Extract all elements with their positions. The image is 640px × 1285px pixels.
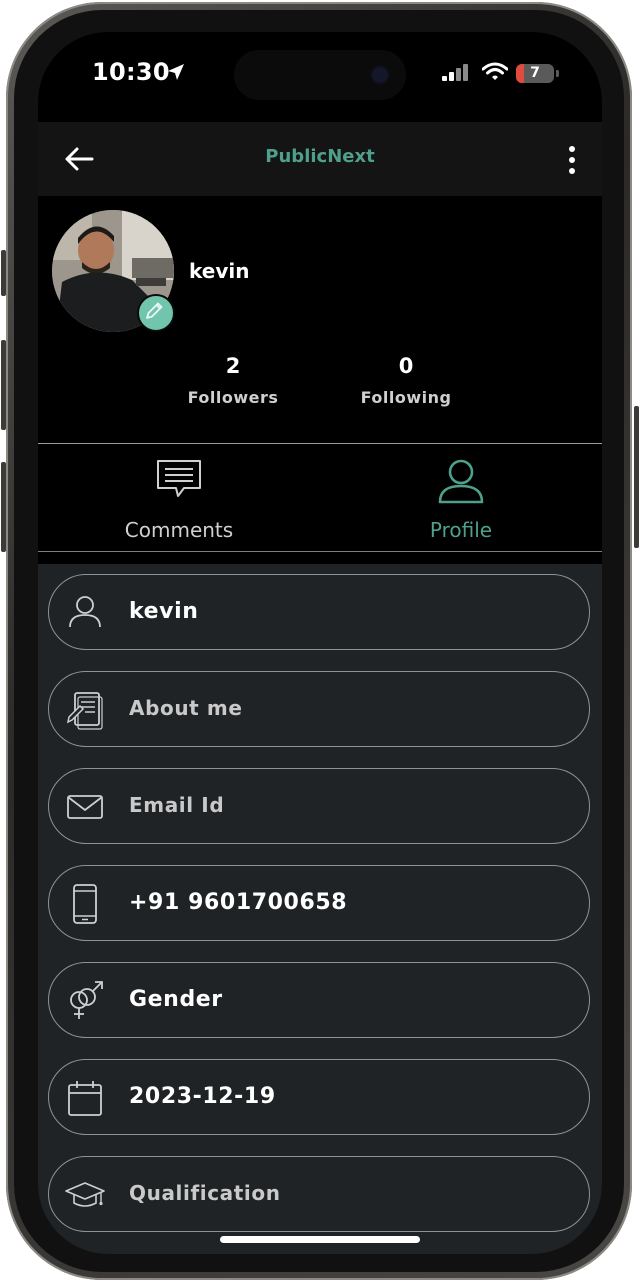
battery-level: 7 [530,65,540,81]
wifi-icon [482,62,508,80]
more-options-icon[interactable] [562,142,582,178]
email-placeholder: Email Id [129,793,225,817]
app-title: PublicNext [265,146,375,167]
profile-username: kevin [189,259,250,283]
email-field[interactable]: Email Id [48,768,590,844]
dynamic-island [234,50,406,100]
person-icon [69,596,101,628]
graduation-cap-icon [65,1182,105,1207]
status-time: 10:30 [92,58,170,86]
volume-up-button [1,340,6,430]
battery-icon: 7 [516,64,554,83]
front-camera [372,67,388,83]
power-button [634,406,639,548]
followers-label: Followers [187,388,279,407]
person-icon [438,459,484,504]
divider-tabs [38,551,602,552]
profile-details-panel: kevin About me Email Id +91 9601700658 G… [38,564,602,1254]
tab-profile[interactable]: Profile [320,452,602,552]
envelope-icon [67,795,103,819]
divider-top [38,443,602,444]
app-bar: PublicNext [38,122,602,196]
name-value: kevin [129,599,199,624]
following-count: 0 [398,354,414,378]
following-label: Following [360,388,452,407]
cellular-signal-icon [442,64,468,81]
note-edit-icon [66,692,103,730]
comment-icon [157,460,201,497]
dob-field[interactable]: 2023-12-19 [48,1059,590,1135]
edit-avatar-button[interactable] [137,294,175,332]
tab-comments[interactable]: Comments [38,452,320,552]
location-arrow-icon [168,64,184,80]
screen: 10:30 7 PublicNext kevin 2 Followers 0 F… [38,32,602,1254]
calendar-icon [68,1081,102,1116]
mobile-phone-icon [73,884,97,924]
tab-profile-label: Profile [429,518,493,542]
status-bar: 10:30 7 [38,32,602,112]
name-field[interactable]: kevin [48,574,590,650]
pencil-icon [146,302,163,319]
qualification-placeholder: Qualification [129,1181,281,1205]
volume-down-button [1,462,6,552]
phone-field[interactable]: +91 9601700658 [48,865,590,941]
action-button [1,250,6,296]
about-me-placeholder: About me [129,696,243,720]
qualification-field[interactable]: Qualification [48,1156,590,1232]
followers-stat[interactable]: 2 Followers [163,354,303,407]
gender-value: Gender [129,987,223,1012]
dob-value: 2023-12-19 [129,1084,276,1109]
gender-icon [70,981,103,1019]
followers-count: 2 [225,354,241,378]
about-me-field[interactable]: About me [48,671,590,747]
tab-comments-label: Comments [124,518,234,542]
phone-value: +91 9601700658 [129,890,348,915]
following-stat[interactable]: 0 Following [336,354,476,407]
gender-field[interactable]: Gender [48,962,590,1038]
home-indicator[interactable] [220,1236,420,1243]
